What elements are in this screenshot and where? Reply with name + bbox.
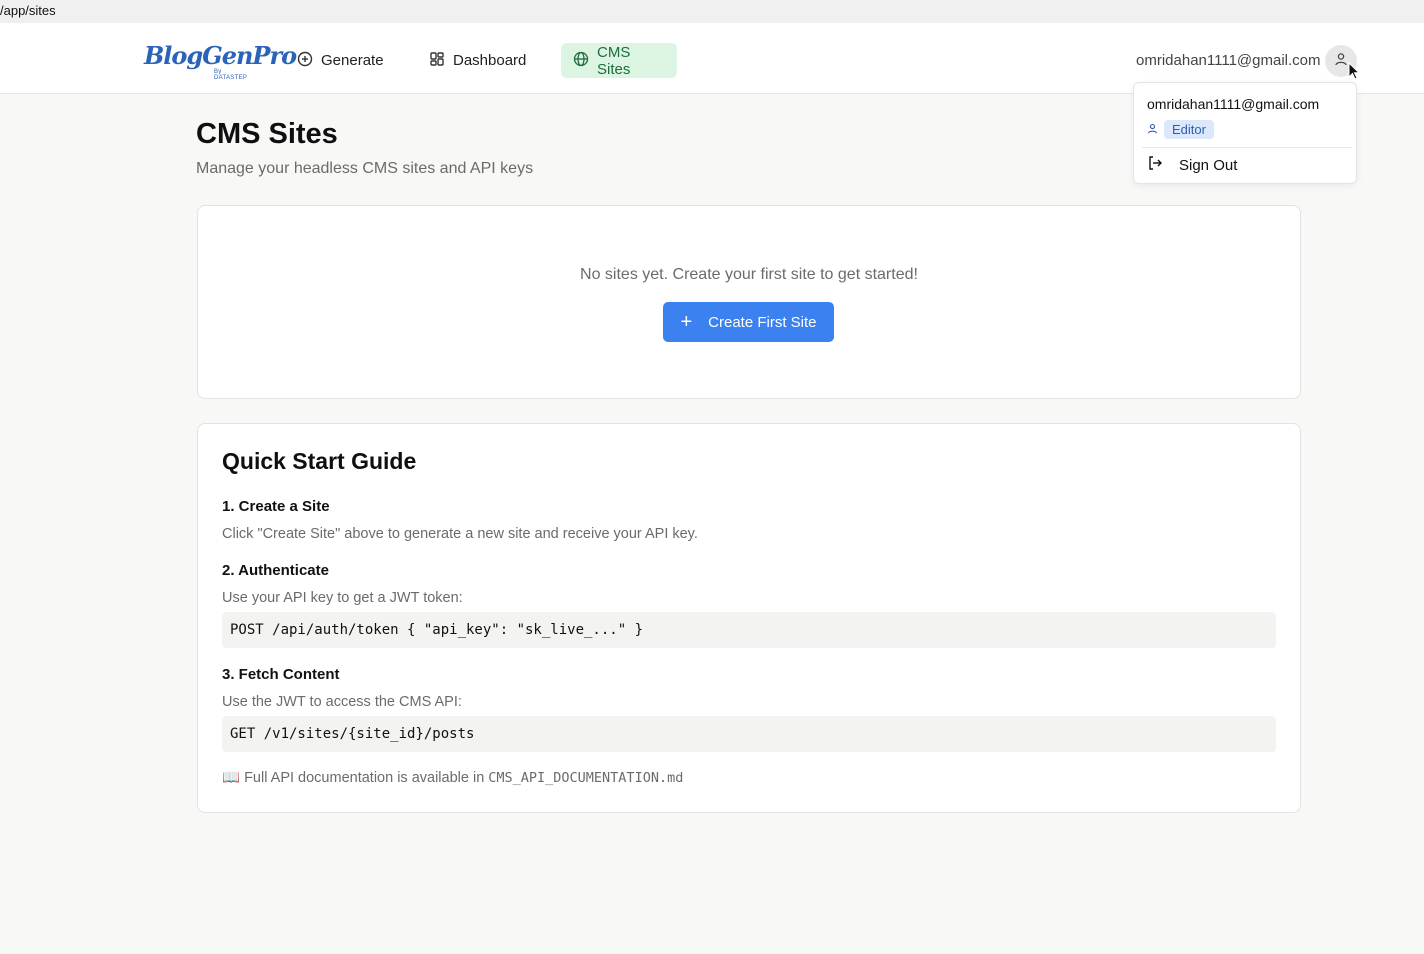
sign-out-label: Sign Out — [1179, 156, 1238, 174]
step-2-title: 2. Authenticate — [222, 562, 329, 579]
book-icon: 📖 — [222, 770, 241, 786]
nav-cms-sites-label: CMS Sites — [597, 43, 631, 78]
logo-subtext: By DATASTEP — [214, 69, 248, 81]
quick-start-guide-card: Quick Start Guide 1. Create a Site Click… — [197, 423, 1301, 813]
step-1-description: Click "Create Site" above to generate a … — [222, 526, 698, 542]
page-title: CMS Sites — [196, 118, 338, 150]
step-3-code: GET /v1/sites/{site_id}/posts — [222, 716, 1276, 752]
nav-generate[interactable]: Generate — [285, 43, 396, 78]
step-2-code: POST /api/auth/token { "api_key": "sk_li… — [222, 612, 1276, 648]
create-first-site-button[interactable]: + Create First Site — [663, 302, 834, 342]
user-icon — [1334, 52, 1348, 71]
address-bar[interactable]: /app/sites — [0, 0, 1424, 23]
user-icon — [1147, 121, 1158, 139]
step-1-title: 1. Create a Site — [222, 498, 330, 515]
step-3-title: 3. Fetch Content — [222, 666, 340, 683]
role-badge: Editor — [1164, 120, 1214, 139]
dashboard-grid-icon — [429, 51, 445, 71]
nav-dashboard[interactable]: Dashboard — [417, 43, 538, 78]
plus-circle-icon — [297, 51, 313, 71]
step-3-description: Use the JWT to access the CMS API: — [222, 694, 462, 710]
plus-icon: + — [680, 311, 693, 333]
brand-logo[interactable]: BlogGenPro By DATASTEP — [144, 41, 297, 82]
create-first-site-label: Create First Site — [708, 313, 817, 331]
user-dropdown-menu: omridahan1111@gmail.com Editor Sign Out — [1133, 82, 1357, 184]
nav-cms-sites[interactable]: CMS Sites — [561, 43, 677, 78]
sign-out-menu-item[interactable]: Sign Out — [1147, 155, 1237, 175]
step-2-description: Use your API key to get a JWT token: — [222, 590, 463, 606]
nav-generate-label: Generate — [321, 52, 384, 69]
doc-filename: CMS_API_DOCUMENTATION.md — [488, 769, 684, 786]
user-role-row: Editor — [1147, 120, 1214, 139]
documentation-note: 📖 Full API documentation is available in… — [222, 769, 684, 787]
url-text: /app/sites — [0, 3, 56, 18]
header-user-email: omridahan1111@gmail.com — [1136, 52, 1321, 69]
globe-icon — [573, 51, 589, 71]
dropdown-divider — [1142, 147, 1352, 148]
nav-dashboard-label: Dashboard — [453, 52, 527, 69]
logo-text: BlogGenPro — [144, 41, 297, 70]
dropdown-user-email: omridahan1111@gmail.com — [1147, 96, 1320, 112]
guide-title: Quick Start Guide — [222, 448, 417, 474]
empty-sites-card: No sites yet. Create your first site to … — [197, 205, 1301, 399]
mouse-cursor-icon — [1348, 62, 1361, 80]
empty-state-message: No sites yet. Create your first site to … — [580, 266, 918, 283]
sign-out-icon — [1147, 155, 1163, 175]
page-subtitle: Manage your headless CMS sites and API k… — [196, 160, 534, 177]
doc-note-text: Full API documentation is available in — [244, 769, 485, 786]
